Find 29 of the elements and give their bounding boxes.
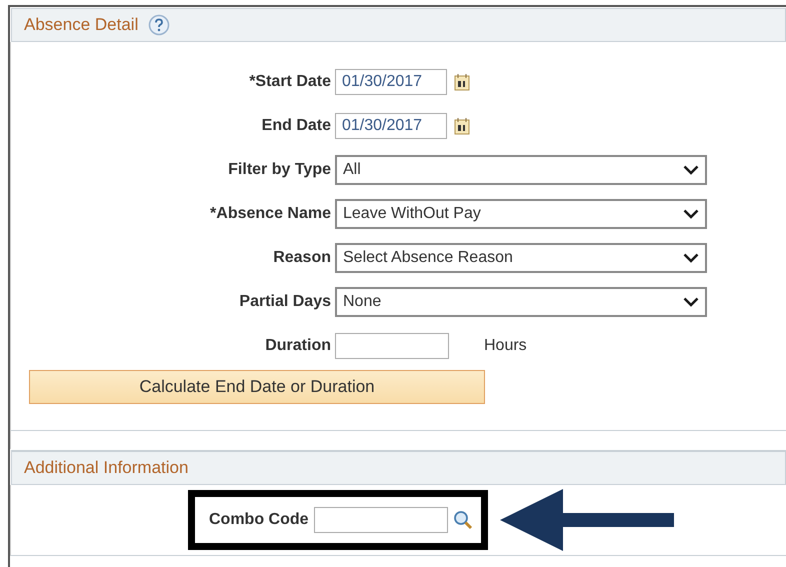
field-label: Partial Days <box>238 293 331 311</box>
chevron-down-icon <box>683 297 699 307</box>
field-label: Combo Code <box>209 511 309 529</box>
section-title: Additional Information <box>24 458 188 478</box>
dropdown[interactable]: All <box>335 155 707 185</box>
chevron-down-icon <box>683 253 699 263</box>
chevron-down-icon <box>683 165 699 175</box>
section-title: Absence Detail <box>24 15 138 35</box>
field-label: Filter by Type <box>227 161 331 179</box>
field-label: End Date <box>260 117 331 135</box>
calendar-icon[interactable] <box>454 117 470 135</box>
unit-label: Hours <box>484 337 527 355</box>
dropdown[interactable]: None <box>335 287 707 317</box>
calendar-icon[interactable] <box>454 73 470 91</box>
help-icon[interactable] <box>148 14 170 36</box>
calculate-button[interactable]: Calculate End Date or Duration <box>29 370 485 404</box>
search-icon[interactable] <box>452 510 473 530</box>
dropdown[interactable]: Leave WithOut Pay <box>335 199 707 229</box>
field-label: *Start Date <box>248 73 331 91</box>
dropdown[interactable]: Select Absence Reason <box>335 243 707 273</box>
combo-code-field[interactable] <box>314 507 448 533</box>
field-label: Duration <box>264 337 331 355</box>
arrow-icon <box>500 489 674 551</box>
date-field[interactable]: 01/30/2017 <box>335 113 447 139</box>
chevron-down-icon <box>683 209 699 219</box>
date-field[interactable]: 01/30/2017 <box>335 69 447 95</box>
field-label: *Absence Name <box>209 205 331 223</box>
field-label: Reason <box>272 249 331 267</box>
duration-field[interactable] <box>335 333 449 359</box>
